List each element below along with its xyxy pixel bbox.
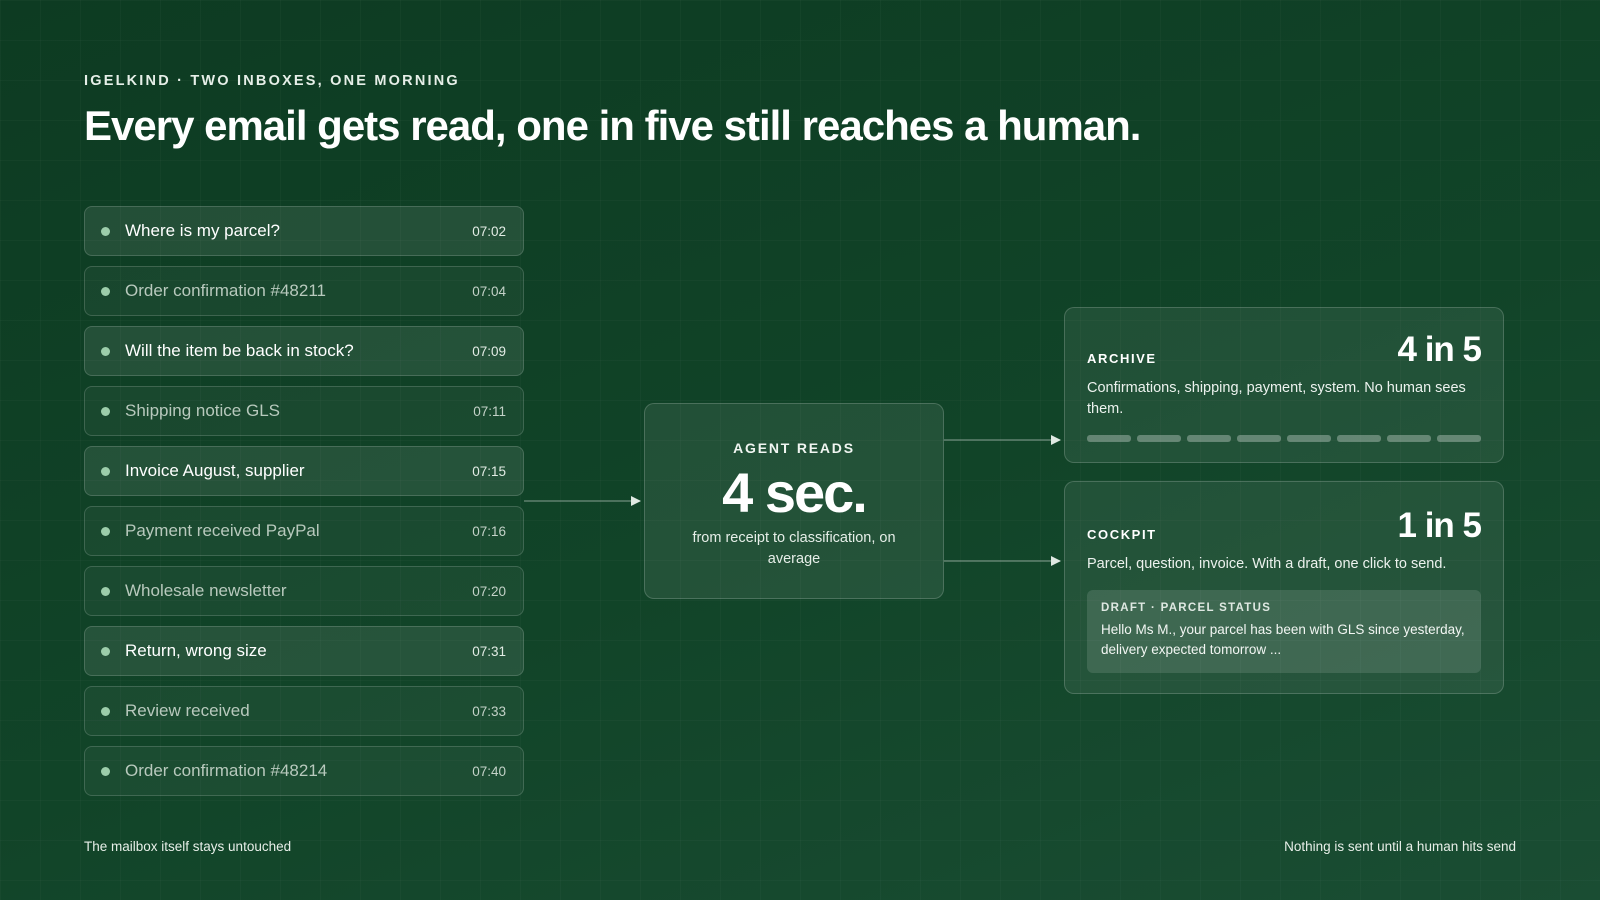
email-subject: Invoice August, supplier: [125, 461, 305, 480]
cockpit-ratio: 1 in 5: [1397, 506, 1482, 545]
draft-label: DRAFT · PARCEL STATUS: [1101, 602, 1272, 614]
status-dot-icon: [101, 646, 110, 656]
email-time: 07:16: [472, 523, 506, 539]
status-dot-icon: [101, 766, 110, 776]
email-time: 07:15: [472, 463, 506, 479]
archive-ratio: 4 in 5: [1397, 330, 1482, 369]
agent-caption: from receipt to classification, on avera…: [692, 530, 896, 567]
email-time: 07:31: [472, 643, 506, 659]
cockpit-title: COCKPIT: [1087, 527, 1157, 542]
draft-preview[interactable]: DRAFT · PARCEL STATUS Hello Ms M., your …: [1087, 590, 1481, 673]
email-subject: Order confirmation #48214: [125, 761, 328, 780]
archive-description: Confirmations, shipping, payment, system…: [1087, 380, 1466, 417]
archive-bar-segment: [1287, 435, 1331, 442]
email-subject: Payment received PayPal: [125, 521, 320, 540]
status-dot-icon: [101, 286, 110, 296]
email-time: 07:33: [472, 703, 506, 719]
email-row[interactable]: Wholesale newsletter 07:20: [84, 566, 524, 616]
cockpit-card: COCKPIT 1 in 5 Parcel, question, invoice…: [1064, 481, 1504, 694]
email-row[interactable]: Return, wrong size 07:31: [84, 626, 524, 676]
archive-bar-segment: [1437, 435, 1481, 442]
email-subject: Return, wrong size: [125, 641, 267, 660]
email-row[interactable]: Will the item be back in stock? 07:09: [84, 326, 524, 376]
agent-label: AGENT READS: [733, 440, 855, 456]
email-time: 07:20: [472, 583, 506, 599]
email-row[interactable]: Review received 07:33: [84, 686, 524, 736]
status-dot-icon: [101, 466, 110, 476]
footer-note-right: Nothing is sent until a human hits send: [1284, 839, 1516, 854]
draft-text: Hello Ms M., your parcel has been with G…: [1101, 622, 1465, 657]
archive-bar-segment: [1237, 435, 1281, 442]
email-row[interactable]: Order confirmation #48211 07:04: [84, 266, 524, 316]
archive-bars: [1087, 435, 1481, 442]
email-subject: Wholesale newsletter: [125, 581, 287, 600]
archive-card: ARCHIVE 4 in 5 Confirmations, shipping, …: [1064, 307, 1504, 463]
status-dot-icon: [101, 706, 110, 716]
email-subject: Order confirmation #48211: [125, 281, 326, 300]
email-time: 07:09: [472, 343, 506, 359]
email-row[interactable]: Payment received PayPal 07:16: [84, 506, 524, 556]
email-row[interactable]: Order confirmation #48214 07:40: [84, 746, 524, 796]
email-time: 07:11: [473, 403, 506, 419]
status-dot-icon: [101, 346, 110, 356]
status-dot-icon: [101, 526, 110, 536]
email-subject: Review received: [125, 701, 250, 720]
archive-bar-segment: [1137, 435, 1181, 442]
status-dot-icon: [101, 586, 110, 596]
email-subject: Will the item be back in stock?: [125, 341, 354, 360]
cockpit-description: Parcel, question, invoice. With a draft,…: [1087, 556, 1447, 572]
archive-bar-segment: [1337, 435, 1381, 442]
status-dot-icon: [101, 406, 110, 416]
email-time: 07:04: [472, 283, 506, 299]
agent-card: AGENT READS 4 sec. from receipt to class…: [644, 403, 944, 599]
archive-bar-segment: [1087, 435, 1131, 442]
email-time: 07:02: [472, 223, 506, 239]
page-title: Every email gets read, one in five still…: [84, 102, 1141, 149]
email-subject: Where is my parcel?: [125, 221, 280, 240]
archive-title: ARCHIVE: [1087, 351, 1157, 366]
email-row[interactable]: Shipping notice GLS 07:11: [84, 386, 524, 436]
agent-time: 4 sec.: [722, 461, 868, 524]
status-dot-icon: [101, 226, 110, 236]
footer-note-left: The mailbox itself stays untouched: [84, 839, 292, 854]
email-subject: Shipping notice GLS: [125, 401, 280, 420]
archive-bar-segment: [1187, 435, 1231, 442]
archive-bar-segment: [1387, 435, 1431, 442]
email-time: 07:40: [472, 763, 506, 779]
email-row[interactable]: Where is my parcel? 07:02: [84, 206, 524, 256]
email-row[interactable]: Invoice August, supplier 07:15: [84, 446, 524, 496]
eyebrow: IGELKIND · TWO INBOXES, ONE MORNING: [84, 73, 460, 89]
inbox-list: Where is my parcel? 07:02 Order confirmati…: [84, 206, 524, 806]
